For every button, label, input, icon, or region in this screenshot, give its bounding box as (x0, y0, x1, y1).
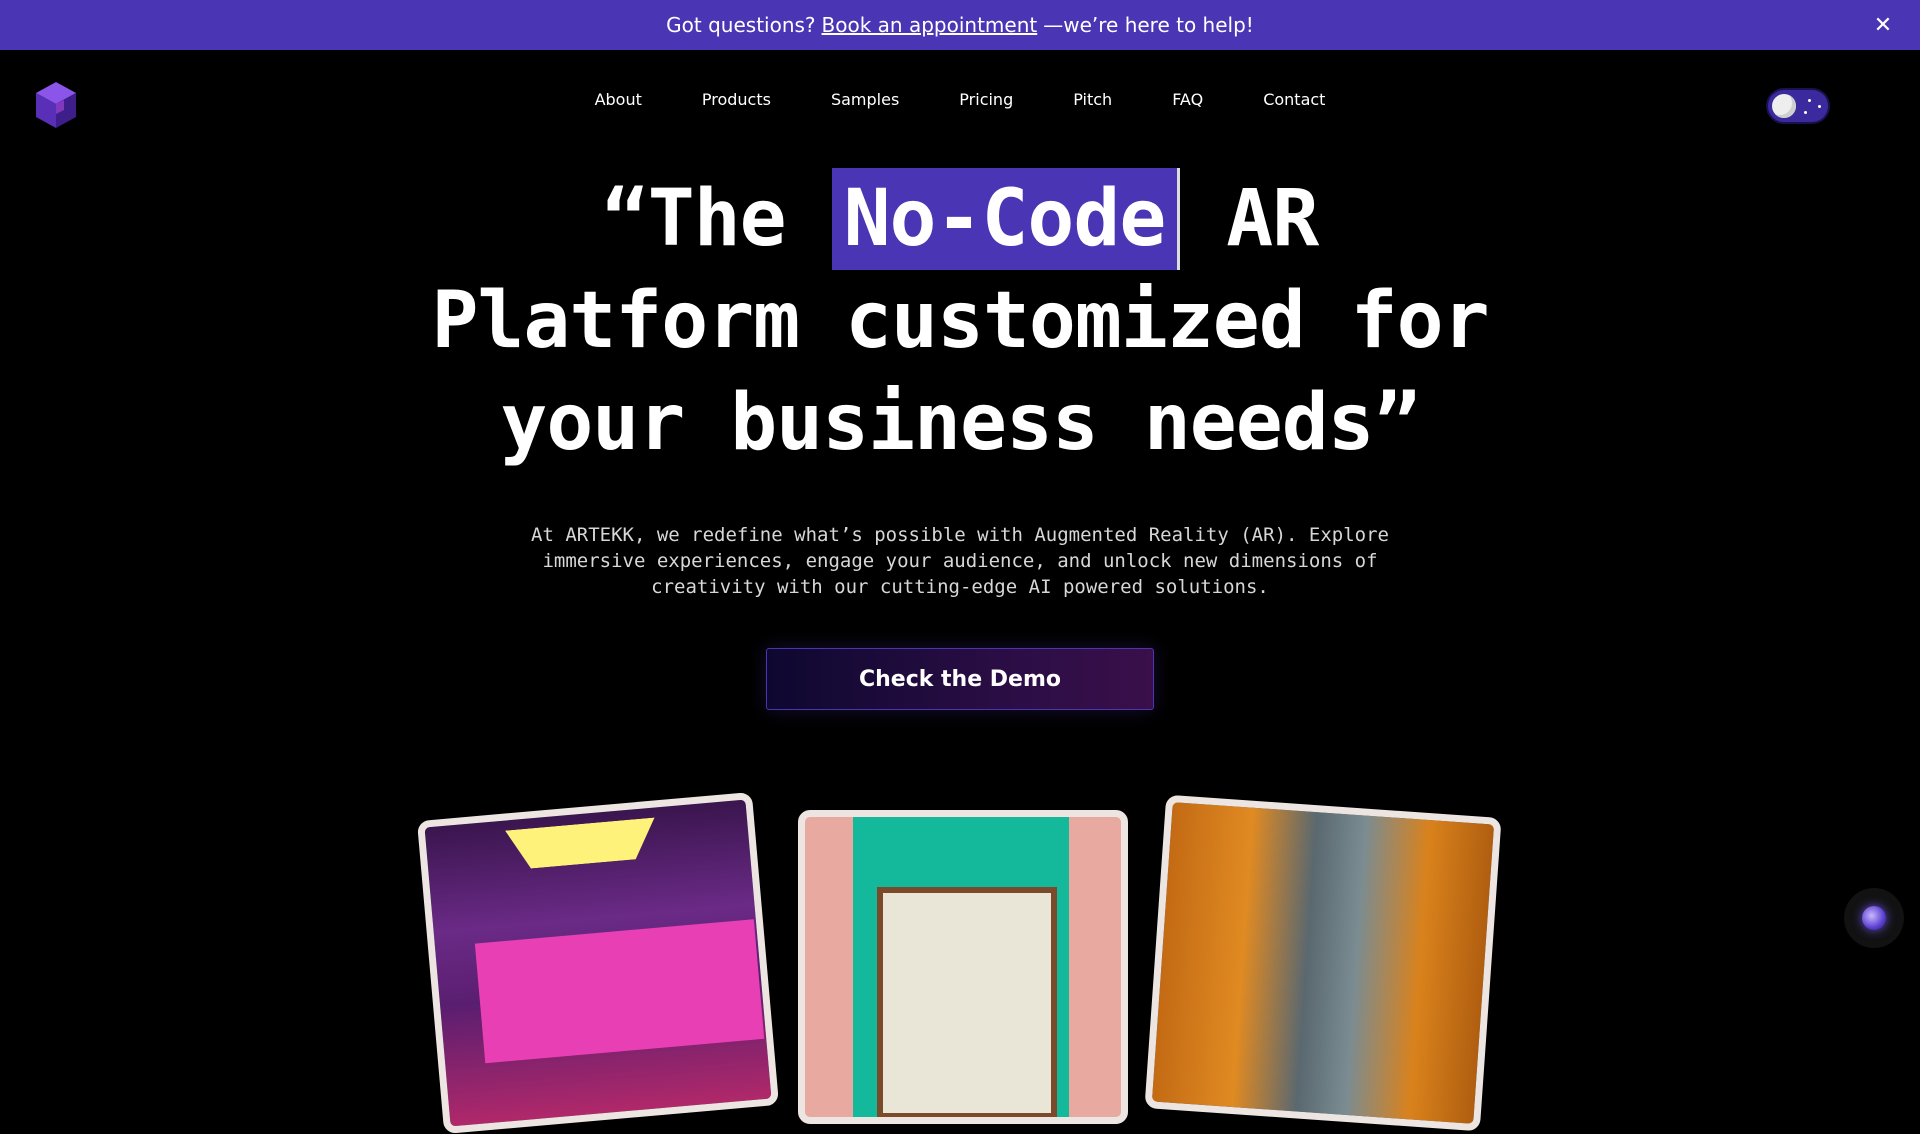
chat-button[interactable] (1844, 888, 1904, 948)
nav-products[interactable]: Products (672, 90, 801, 109)
hero-line-2: Platform customized for (431, 276, 1489, 366)
hero-line-3: your business needs” (500, 378, 1420, 468)
star-icon (1804, 111, 1807, 114)
close-icon[interactable]: ✕ (1870, 12, 1896, 38)
nav-pitch[interactable]: Pitch (1043, 90, 1142, 109)
framed-plant-image (877, 887, 1057, 1117)
sample-card-2[interactable] (798, 810, 1128, 1124)
hero-subtitle: At ARTEKK, we redefine what’s possible w… (531, 524, 1389, 598)
banner-text-after: —we’re here to help! (1043, 13, 1254, 37)
star-icon (1818, 105, 1821, 108)
nav-faq[interactable]: FAQ (1142, 90, 1233, 109)
main-nav: About Products Samples Pricing Pitch FAQ… (0, 90, 1920, 109)
banner-text: Got questions? (666, 13, 816, 37)
check-demo-button[interactable]: Check the Demo (766, 648, 1154, 710)
ceiling-light-image (505, 818, 658, 871)
sample-card-3[interactable] (1144, 794, 1502, 1132)
hero-headline: “The No-Code AR Platform customized for … (0, 168, 1920, 474)
neon-room-image (474, 919, 765, 1064)
sample-card-1[interactable] (416, 791, 780, 1134)
nav-samples[interactable]: Samples (801, 90, 929, 109)
announcement-banner: Got questions? Book an appointment —we’r… (0, 0, 1920, 50)
hero-line1-after: AR (1180, 174, 1319, 264)
hero-line-1: “The No-Code AR (0, 168, 1920, 270)
hero-highlight: No-Code (831, 168, 1181, 270)
theme-toggle[interactable] (1768, 90, 1828, 122)
book-appointment-link[interactable]: Book an appointment (822, 13, 1038, 37)
nav-pricing[interactable]: Pricing (929, 90, 1043, 109)
hero-line1-before: “The (601, 174, 832, 264)
chat-orb-icon (1862, 906, 1886, 930)
nav-about[interactable]: About (565, 90, 672, 109)
nav-contact[interactable]: Contact (1233, 90, 1355, 109)
moon-icon (1772, 94, 1796, 118)
star-icon (1808, 99, 1811, 102)
